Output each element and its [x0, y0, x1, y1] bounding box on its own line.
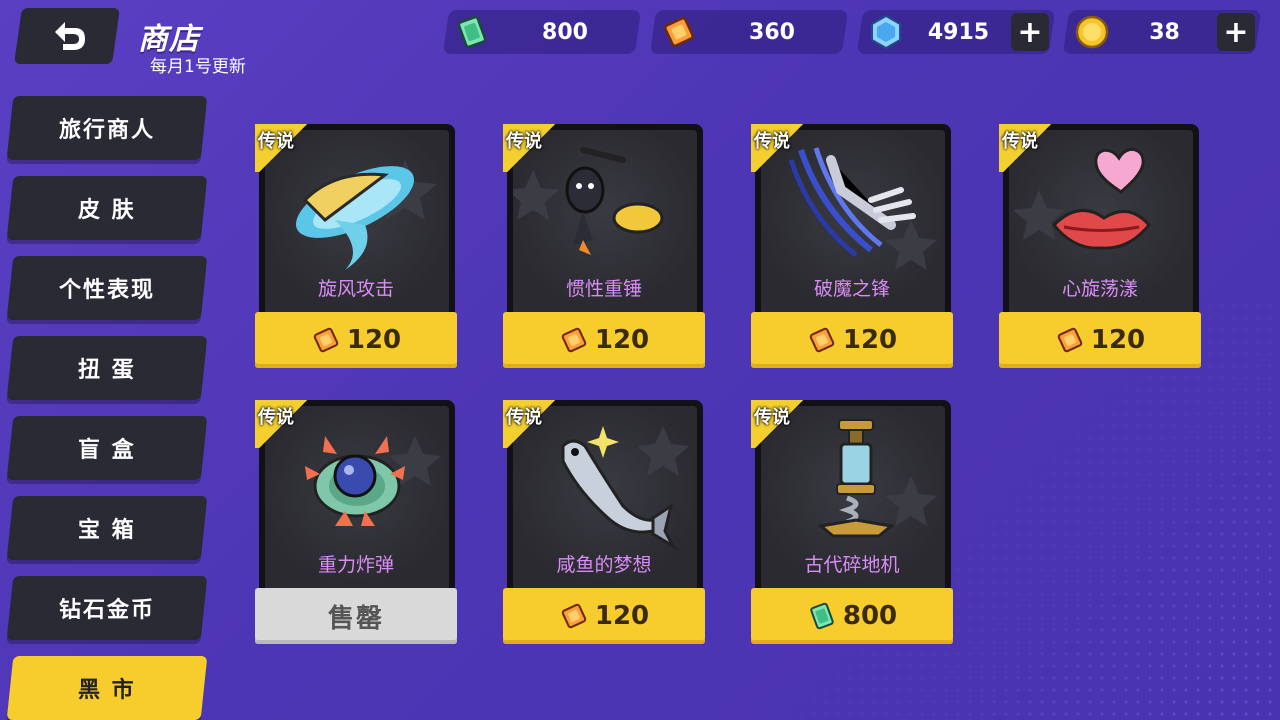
price-value: 120 — [346, 325, 402, 355]
orange-ticket-icon — [807, 325, 837, 355]
sidebar-item-label: 扭 蛋 — [78, 358, 136, 383]
sidebar-item-label: 黑 市 — [78, 678, 136, 703]
currency-value: 360 — [749, 19, 795, 45]
item-name: 心旋荡漾 — [1061, 278, 1138, 300]
buy-button[interactable]: 120 — [999, 312, 1201, 368]
currency-value: 800 — [542, 19, 588, 45]
green-ticket-icon — [452, 12, 492, 52]
page-subtitle: 每月1号更新 — [150, 57, 246, 77]
shop-item-card[interactable]: 传说 咸鱼的梦想 120 — [503, 400, 705, 644]
buy-button[interactable]: 120 — [751, 312, 953, 368]
add-diamond-button[interactable]: + — [1011, 13, 1049, 51]
orange-ticket-icon — [659, 12, 699, 52]
shop-item-card[interactable]: 传说 惯性重锤 120 — [503, 124, 705, 368]
shop-item-card[interactable]: 传说 心旋荡漾 120 — [999, 124, 1201, 368]
item-name: 重力炸弹 — [317, 554, 394, 576]
legendary-tag: 传说 — [503, 400, 559, 448]
buy-button[interactable]: 120 — [255, 312, 457, 368]
sold-out-label: 售罄 — [327, 603, 384, 634]
orange-ticket-icon — [311, 325, 341, 355]
sidebar-item-personality[interactable]: 个性表现 — [6, 256, 208, 320]
price-value: 800 — [842, 601, 898, 631]
sidebar-item-traveling-merchant[interactable]: 旅行商人 — [6, 96, 208, 160]
buy-button[interactable]: 120 — [503, 588, 705, 644]
sidebar-item-label: 个性表现 — [58, 278, 155, 303]
currency-green-ticket: 800 — [442, 10, 642, 54]
legendary-tag: 传说 — [503, 124, 559, 172]
legendary-tag: 传说 — [255, 124, 311, 172]
back-arrow-icon — [55, 22, 85, 50]
buy-button[interactable]: 800 — [751, 588, 953, 644]
sidebar-item-blind-box[interactable]: 盲 盒 — [6, 416, 208, 480]
currency-orange-ticket: 360 — [649, 10, 849, 54]
item-name: 古代碎地机 — [804, 554, 900, 576]
sidebar-item-label: 皮 肤 — [78, 198, 136, 223]
sidebar-item-label: 盲 盒 — [78, 438, 136, 463]
sidebar-item-diamond-coins[interactable]: 钻石金币 — [6, 576, 208, 640]
price-value: 120 — [594, 601, 650, 631]
orange-ticket-icon — [559, 601, 589, 631]
orange-ticket-icon — [1055, 325, 1085, 355]
price-value: 120 — [842, 325, 898, 355]
item-name: 破魔之锋 — [813, 278, 890, 300]
sidebar-item-chest[interactable]: 宝 箱 — [6, 496, 208, 560]
diamond-icon — [866, 12, 906, 52]
currency-gold-coin: 38 + — [1062, 10, 1262, 54]
item-name: 旋风攻击 — [317, 278, 394, 300]
sidebar-item-skins[interactable]: 皮 肤 — [6, 176, 208, 240]
sold-out-button: 售罄 — [255, 588, 457, 644]
price-value: 120 — [594, 325, 650, 355]
legendary-tag: 传说 — [751, 400, 807, 448]
sidebar-item-label: 宝 箱 — [78, 518, 136, 543]
legendary-tag: 传说 — [255, 400, 311, 448]
green-ticket-icon — [807, 601, 837, 631]
shop-item-card[interactable]: 传说 重力炸弹 售罄 — [255, 400, 457, 644]
sidebar-item-label: 钻石金币 — [58, 598, 155, 623]
price-value: 120 — [1090, 325, 1146, 355]
sidebar-item-label: 旅行商人 — [58, 118, 155, 143]
legendary-tag: 传说 — [751, 124, 807, 172]
currency-value: 4915 — [927, 19, 990, 45]
sidebar-item-gacha[interactable]: 扭 蛋 — [6, 336, 208, 400]
add-gold-button[interactable]: + — [1217, 13, 1255, 51]
gold-coin-icon — [1072, 12, 1112, 52]
shop-item-card[interactable]: 传说 旋风攻击 120 — [255, 124, 457, 368]
currency-value: 38 — [1149, 19, 1180, 45]
buy-button[interactable]: 120 — [503, 312, 705, 368]
orange-ticket-icon — [559, 325, 589, 355]
back-button[interactable] — [14, 8, 120, 64]
item-name: 惯性重锤 — [565, 278, 642, 300]
sidebar-item-black-market[interactable]: 黑 市 — [6, 656, 208, 720]
shop-item-card[interactable]: 传说 古代碎地机 800 — [751, 400, 953, 644]
legendary-tag: 传说 — [999, 124, 1055, 172]
item-name: 咸鱼的梦想 — [556, 554, 652, 576]
shop-item-card[interactable]: 传说 破魔之锋 120 — [751, 124, 953, 368]
currency-diamond: 4915 + — [856, 10, 1056, 54]
